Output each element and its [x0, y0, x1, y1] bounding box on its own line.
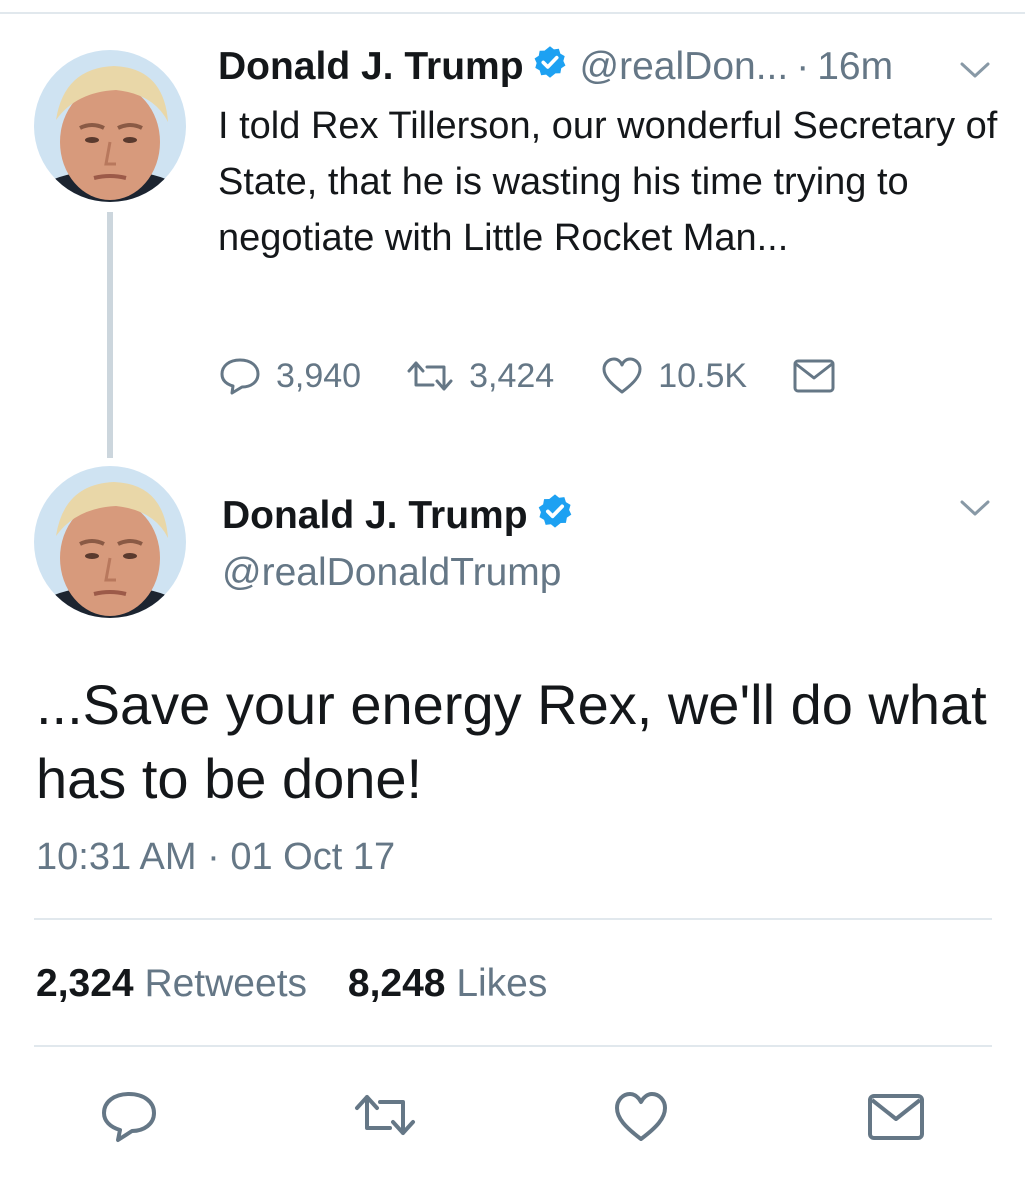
author-name[interactable]: Donald J. Trump	[222, 494, 528, 538]
divider	[34, 1045, 992, 1047]
reply-button[interactable]: 3,940	[218, 356, 361, 396]
heart-icon	[600, 356, 644, 396]
tweet2-text: ...Save your energy Rex, we'll do what h…	[36, 673, 987, 810]
like-total: 8,248	[347, 962, 446, 1005]
reply-count: 3,940	[276, 356, 362, 395]
tweet2-author: Donald J. Trump	[222, 492, 574, 540]
tweet-stats: 2,324 Retweets 8,248 Likes	[36, 962, 547, 1006]
retweet-label: Retweets	[144, 962, 308, 1005]
verified-badge-icon	[532, 44, 568, 90]
retweet-button[interactable]	[352, 1092, 418, 1143]
like-button[interactable]: 10.5K	[600, 356, 747, 396]
chevron-down-icon[interactable]	[958, 58, 992, 87]
retweet-button[interactable]: 3,424	[405, 357, 554, 396]
tweet-time[interactable]: 16m	[817, 45, 893, 89]
retweets-stat[interactable]: 2,324 Retweets	[36, 962, 307, 1005]
author-name[interactable]: Donald J. Trump	[218, 45, 524, 89]
top-divider	[0, 0, 1025, 14]
divider	[34, 918, 992, 920]
retweet-icon	[352, 1095, 418, 1142]
reply-icon	[218, 356, 262, 396]
retweet-icon	[405, 359, 455, 393]
retweet-total: 2,324	[36, 962, 134, 1005]
retweet-count: 3,424	[469, 356, 555, 395]
reply-icon	[100, 1092, 158, 1148]
envelope-icon	[866, 1094, 926, 1146]
tweet1-actions: 3,940 3,424 10.5K	[218, 352, 837, 400]
like-count: 10.5K	[658, 356, 748, 395]
envelope-icon	[791, 357, 837, 395]
avatar[interactable]	[34, 466, 186, 618]
message-button[interactable]	[866, 1092, 926, 1147]
tweet-timestamp: 10:31 AM · 01 Oct 17	[36, 836, 396, 878]
like-button[interactable]	[612, 1090, 670, 1149]
author-handle[interactable]: @realDon...	[580, 45, 789, 89]
message-button[interactable]	[791, 357, 837, 395]
thread-connector	[107, 212, 113, 458]
likes-stat[interactable]: 8,248 Likes	[348, 962, 548, 1005]
separator-dot: ·	[796, 45, 810, 88]
heart-icon	[612, 1092, 670, 1148]
reply-button[interactable]	[100, 1090, 158, 1149]
tweet1-header: Donald J. Trump @realDon... · 16m	[218, 44, 893, 90]
tweet1-text: I told Rex Tillerson, our wonderful Secr…	[218, 105, 998, 259]
like-label: Likes	[456, 962, 548, 1005]
chevron-down-icon[interactable]	[958, 496, 992, 525]
verified-badge-icon	[536, 492, 574, 540]
avatar[interactable]	[34, 50, 186, 202]
author-handle[interactable]: @realDonaldTrump	[222, 551, 561, 595]
